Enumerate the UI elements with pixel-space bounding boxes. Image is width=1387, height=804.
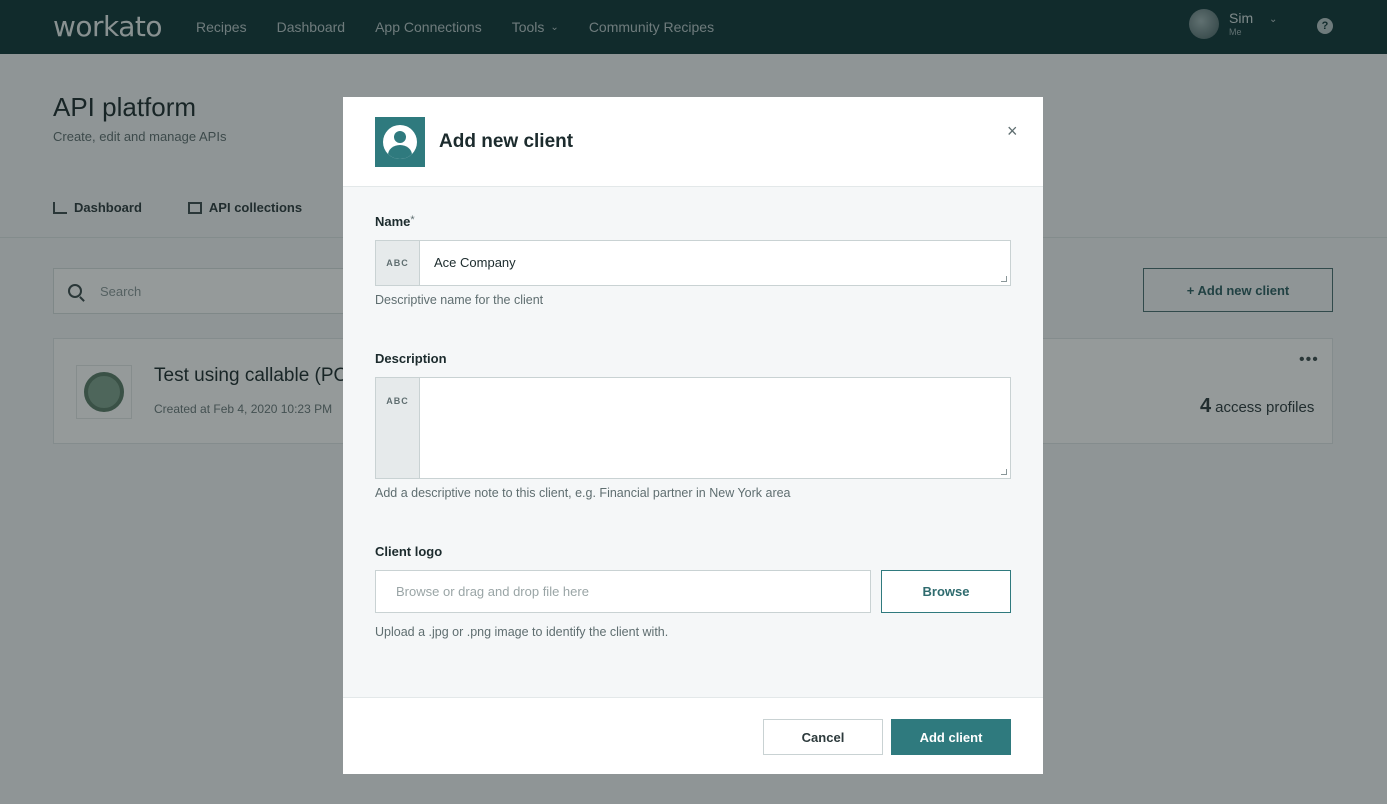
- description-value[interactable]: [420, 378, 434, 478]
- resize-handle[interactable]: [1001, 276, 1007, 282]
- user-icon: [375, 117, 425, 167]
- description-field[interactable]: ABC: [375, 377, 1011, 479]
- close-icon[interactable]: ×: [1007, 121, 1018, 142]
- name-hint: Descriptive name for the client: [375, 293, 544, 307]
- modal-footer: Cancel Add client: [343, 697, 1043, 774]
- cancel-button[interactable]: Cancel: [763, 719, 883, 755]
- description-label: Description: [375, 351, 447, 366]
- text-type-badge: ABC: [376, 241, 420, 285]
- description-hint: Add a descriptive note to this client, e…: [375, 486, 791, 500]
- name-value[interactable]: Ace Company: [420, 241, 516, 285]
- modal-title: Add new client: [439, 131, 574, 152]
- name-label: Name*: [375, 214, 415, 229]
- logo-file-input[interactable]: Browse or drag and drop file here: [375, 570, 871, 613]
- logo-hint: Upload a .jpg or .png image to identify …: [375, 625, 669, 639]
- resize-handle[interactable]: [1001, 469, 1007, 475]
- text-type-badge: ABC: [376, 378, 420, 478]
- add-client-modal: Add new client × Name* ABC Ace Company D…: [343, 97, 1043, 774]
- modal-header: Add new client ×: [343, 97, 1043, 187]
- required-marker: *: [410, 214, 415, 226]
- browse-button[interactable]: Browse: [881, 570, 1011, 613]
- name-field[interactable]: ABC Ace Company: [375, 240, 1011, 286]
- client-logo-label: Client logo: [375, 544, 443, 559]
- add-client-button[interactable]: Add client: [891, 719, 1011, 755]
- name-label-text: Name: [375, 214, 411, 229]
